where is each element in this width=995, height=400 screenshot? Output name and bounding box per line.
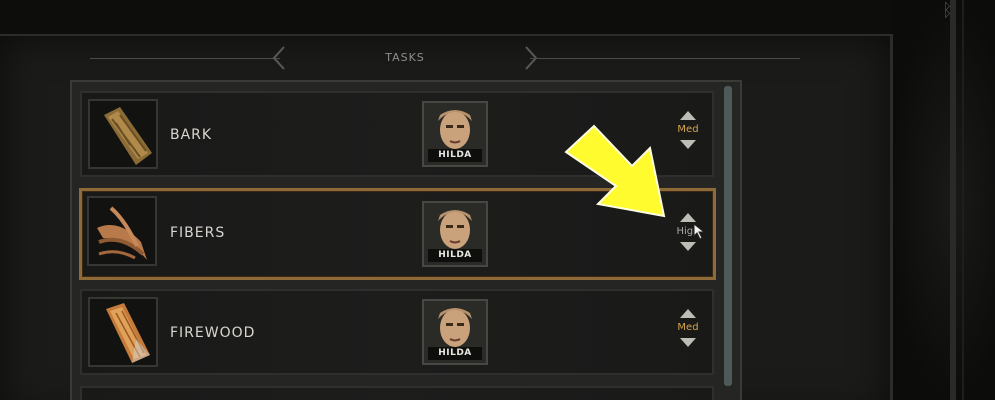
task-name: FIREWOOD xyxy=(170,325,256,341)
panel-title: TASKS xyxy=(385,51,425,64)
triangle-up-icon[interactable] xyxy=(680,213,696,222)
header-rule-left xyxy=(90,58,280,59)
background-decoration xyxy=(890,0,995,400)
triangle-up-icon[interactable] xyxy=(680,309,696,318)
triangle-up-icon[interactable] xyxy=(680,111,696,120)
triangle-down-icon[interactable] xyxy=(680,140,696,149)
chevron-left-icon[interactable] xyxy=(272,46,286,70)
worker-portrait[interactable]: HILDA xyxy=(422,201,488,267)
task-row-firewood[interactable]: FIREWOOD HILDA Med xyxy=(80,289,714,375)
task-name: BARK xyxy=(170,127,213,143)
frame-bar-thin xyxy=(962,0,964,400)
worker-portrait[interactable]: HILDA xyxy=(422,101,488,167)
triangle-down-icon[interactable] xyxy=(680,242,696,251)
worker-portrait[interactable]: HILDA xyxy=(422,299,488,365)
rune-icon: ᛒ xyxy=(942,0,953,21)
fibers-icon xyxy=(87,196,157,266)
priority-control: Med xyxy=(670,309,706,359)
header-rule-right xyxy=(530,58,800,59)
firewood-icon xyxy=(88,297,158,367)
task-name: FIBERS xyxy=(170,225,226,241)
cursor-icon xyxy=(693,222,706,240)
list-scrollbar[interactable] xyxy=(724,86,732,386)
priority-value: Med xyxy=(677,322,699,333)
game-screen: ᛒ TASKS BARK HILDA Med FIBERS HILDA High… xyxy=(0,0,995,400)
task-row-partial[interactable] xyxy=(80,386,714,400)
worker-name: HILDA xyxy=(428,347,482,360)
worker-name: HILDA xyxy=(428,149,482,162)
triangle-down-icon[interactable] xyxy=(680,338,696,347)
frame-bar xyxy=(950,0,956,400)
bark-icon xyxy=(88,99,158,169)
panel-header: TASKS xyxy=(0,44,890,74)
worker-name: HILDA xyxy=(428,249,482,262)
yellow-arrow-icon xyxy=(564,124,666,218)
